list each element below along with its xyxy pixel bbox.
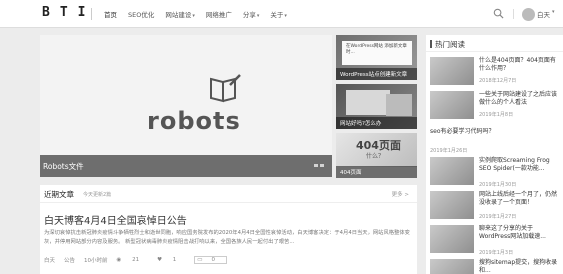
nav-item-share[interactable]: 分享▾ [243, 9, 260, 19]
comments-number: 0 [211, 257, 215, 263]
nav-item-promotion[interactable]: 网络推广 [206, 9, 232, 19]
recent-posts-panel: 近期文章 今天更新2篇 更多 > 白天博客4月4日全国哀悼日公告 为深切哀悼抗击… [40, 185, 417, 274]
nav-item-seo[interactable]: SEO优化 [128, 9, 154, 19]
sidebar-item-title[interactable]: 网站上线后经一个月了，仍然没收录了一个页面！ [479, 191, 559, 207]
nav-label: 网站建设 [165, 11, 192, 19]
thumb-caption-bar: WordPress站点创建新文章 [336, 68, 417, 80]
comments-count[interactable]: ▭ 0 [194, 256, 227, 264]
post-title[interactable]: 白天博客4月4日全国哀悼日公告 [44, 212, 187, 227]
sidebar-item-date: 2019年1月8日 [479, 112, 514, 118]
thumb-image: 404页面 什么？ [336, 133, 417, 167]
panel-header: 近期文章 今天更新2篇 更多 > [40, 185, 417, 203]
thumb-image-text: 在WordPress网站 添加新文章时... [346, 44, 407, 55]
sidebar-item-date: 2019年1月27日 [479, 214, 517, 220]
thumb-image [346, 90, 390, 115]
chevron-down-icon: ▾ [284, 13, 287, 19]
book-icon [210, 74, 241, 103]
thumb-caption: 网站好吗?怎么办 [340, 121, 382, 127]
sidebar-item-date: 2018年12月7日 [479, 78, 517, 84]
title-accent-bar [430, 40, 432, 48]
sidebar-item-thumb[interactable] [430, 91, 474, 119]
sidebar-item-title[interactable]: 搜狗sitemap提交，搜狗收录和... [479, 259, 559, 274]
nav-item-home[interactable]: 首页 [104, 9, 117, 19]
thumbs-up-icon: ♥ [157, 257, 163, 263]
panel-subtitle: 今天更新2篇 [83, 192, 112, 198]
eye-icon: ◉ [116, 257, 122, 263]
featured-thumb-wordpress[interactable]: 在WordPress网站 添加新文章时... WordPress站点创建新文章 [336, 35, 417, 80]
post-author[interactable]: 白天 [44, 256, 55, 264]
nav-label: SEO优化 [128, 11, 155, 19]
hero-caption[interactable]: Robots文件 [43, 161, 84, 172]
sidebar-item-thumb[interactable] [430, 157, 474, 185]
slider-dot[interactable] [314, 164, 318, 167]
nav-label: 网络推广 [205, 11, 232, 19]
post-time: 10小时前 [84, 258, 108, 264]
hero-image-word: robots [147, 107, 241, 135]
nav-label: 首页 [104, 11, 117, 19]
post-category[interactable]: 公告 [64, 256, 75, 264]
chevron-down-icon[interactable]: ▾ [552, 9, 555, 15]
hero-caption-bar: Robots文件 [40, 155, 332, 177]
sidebar-item-title[interactable]: 实例爬取Screaming Frog SEO Spider(一款功能... [479, 157, 559, 173]
top-navbar: BTI 首页 SEO优化 网站建设▾ 网络推广 分享▾ 关于▾ 白天 ▾ [0, 0, 563, 28]
sidebar-item-date: 2019年1月26日 [430, 148, 468, 154]
sidebar-item-title[interactable]: 什么是404页面？404页面有什么作用？ [479, 57, 559, 73]
featured-thumb-site[interactable]: 网站好吗?怎么办 [336, 84, 417, 129]
sidebar-item-thumb[interactable] [430, 225, 474, 253]
nav-item-website-build[interactable]: 网站建设▾ [165, 9, 195, 19]
sidebar-item-title[interactable]: 一些关于网站建设了之后应该做什么的个人看法 [479, 91, 559, 107]
sidebar-item-date: 2019年1月3日 [479, 250, 514, 256]
avatar[interactable] [522, 8, 535, 21]
post-meta: 白天 公告 10小时前 ◉ 21 ♥ 1 ▭ 0 [44, 256, 236, 264]
user-name[interactable]: 白天 [537, 9, 550, 19]
thumb-caption: 404页面 [340, 170, 362, 176]
post-views: ◉ 21 [117, 257, 149, 263]
logo-divider [91, 8, 92, 20]
likes-count: 1 [172, 257, 177, 263]
sidebar-item-date: 2019年1月30日 [479, 182, 517, 188]
sidebar-header: 热门阅读 [426, 35, 563, 52]
hero-slider[interactable]: robots Robots文件 [40, 35, 332, 177]
site-logo[interactable]: BTI [42, 5, 95, 20]
sidebar-item-thumb[interactable] [430, 259, 474, 274]
sidebar-item-title[interactable]: 聊来这了分享的关于WordPress网站加载速... [479, 225, 559, 241]
main-nav: 首页 SEO优化 网站建设▾ 网络推广 分享▾ 关于▾ [104, 0, 298, 28]
sidebar-item-thumb[interactable] [430, 191, 474, 219]
hot-reading-sidebar: 热门阅读 什么是404页面？404页面有什么作用？ 2018年12月7日 一些关… [426, 35, 563, 274]
post-excerpt: 为深切哀悼抗击新冠肺炎疫情斗争牺牲烈士和逝世同胞，响应国务院发布的2020年4月… [44, 230, 410, 245]
post-likes[interactable]: ♥ 1 [157, 257, 185, 263]
more-link[interactable]: 更多 > [392, 190, 409, 198]
featured-thumb-404[interactable]: 404页面 什么？ 404页面 [336, 133, 417, 178]
chevron-down-icon: ▾ [256, 13, 260, 19]
thumb-caption: WordPress站点创建新文章 [340, 72, 408, 78]
thumb-caption-bar: 网站好吗?怎么办 [336, 117, 417, 129]
thumb-caption-bar: 404页面 [336, 166, 417, 178]
thumb-image [386, 94, 412, 116]
sidebar-title: 热门阅读 [435, 40, 465, 49]
nav-item-about[interactable]: 关于▾ [270, 9, 287, 19]
slider-dots [314, 164, 324, 167]
chevron-down-icon: ▾ [192, 13, 195, 19]
panel-title: 近期文章 [44, 190, 74, 199]
search-icon[interactable] [493, 8, 504, 19]
comment-icon: ▭ [197, 257, 203, 263]
thumb-image: 在WordPress网站 添加新文章时... [342, 41, 412, 65]
nav-label: 分享 [242, 11, 256, 19]
views-count: 21 [132, 257, 140, 263]
nav-label: 关于 [270, 11, 284, 19]
sidebar-item-title[interactable]: seo有必要学习代码吗？ [430, 126, 495, 135]
thumb-image-subtitle: 什么？ [366, 153, 385, 160]
sidebar-item-thumb[interactable] [430, 57, 474, 85]
slider-dot[interactable] [320, 164, 324, 167]
header-divider [513, 9, 514, 19]
